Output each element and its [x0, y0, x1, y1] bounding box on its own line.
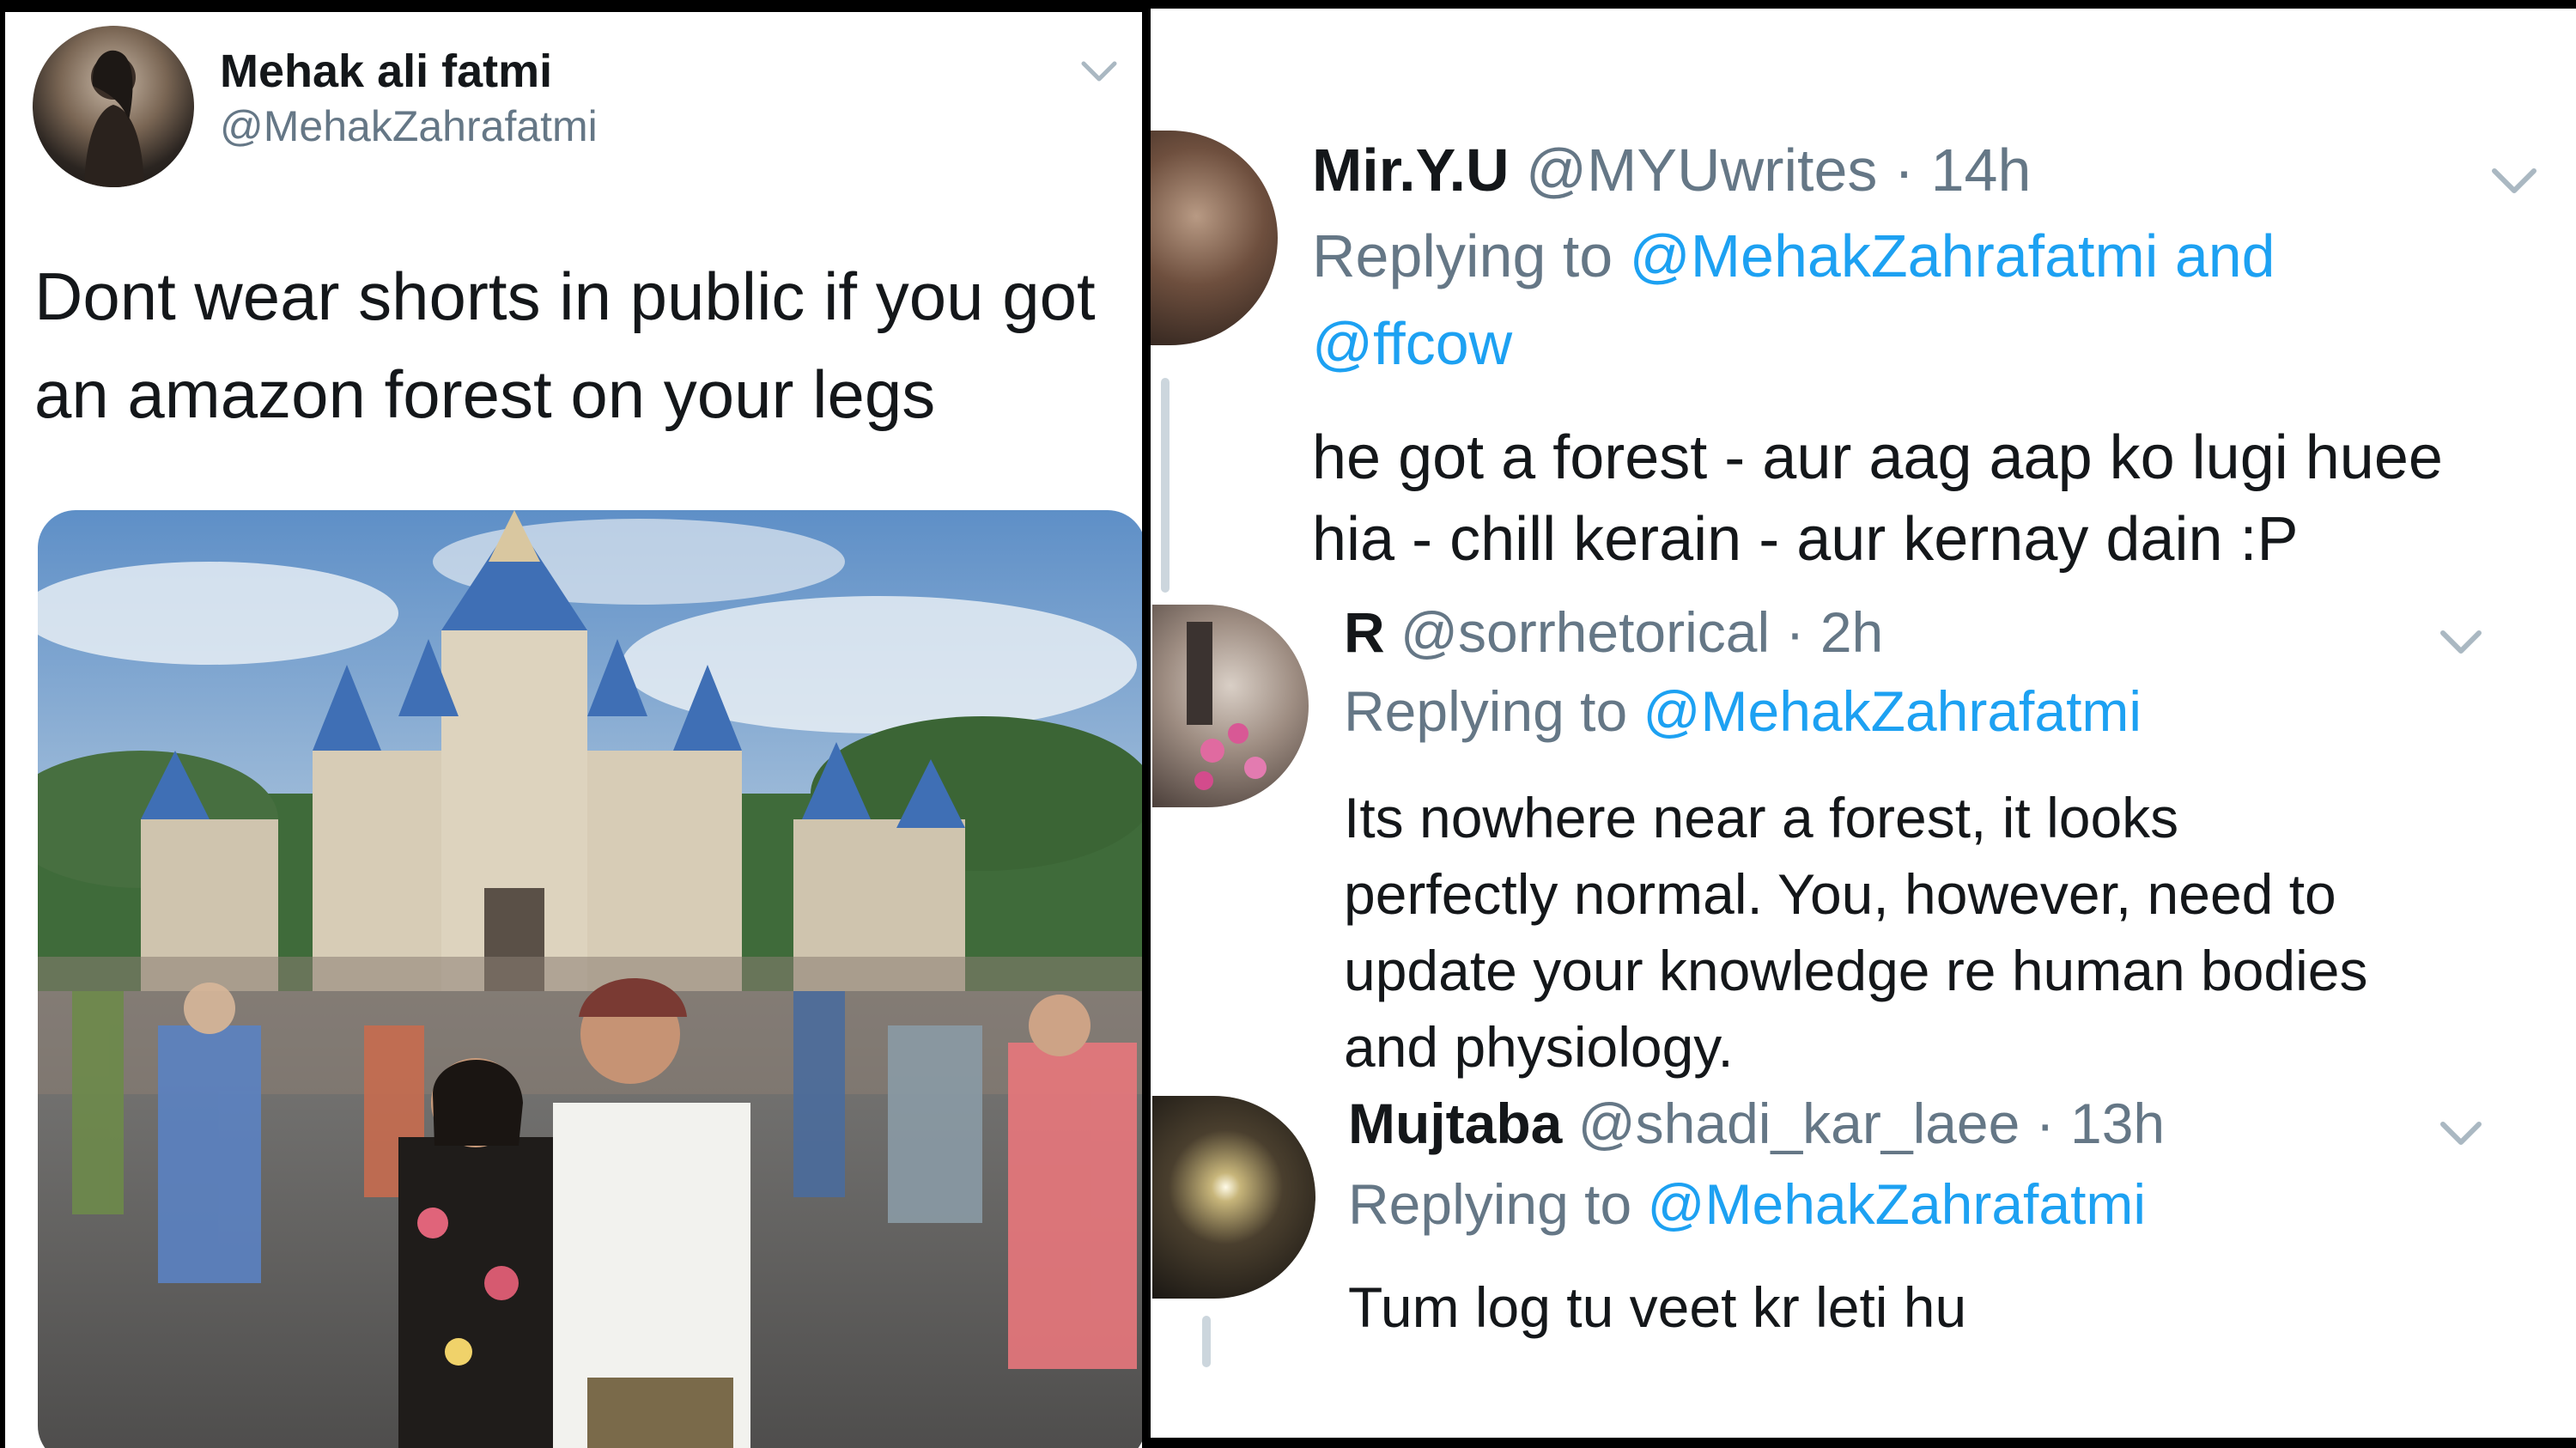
- reply-text: Its nowhere near a forest, it looks perf…: [1344, 780, 2367, 1086]
- reply-author-handle[interactable]: @shadi_kar_laee: [1578, 1092, 2020, 1155]
- replying-to-label: Replying to: [1312, 222, 1630, 289]
- chevron-down-icon[interactable]: [1080, 60, 1118, 84]
- reply-author-avatar[interactable]: [1152, 1096, 1315, 1299]
- reply-time[interactable]: · 2h: [1786, 600, 1884, 664]
- reply-author-avatar[interactable]: [1151, 131, 1278, 345]
- reply-author-handle[interactable]: @MYUwrites: [1526, 137, 1877, 204]
- reply-text: Tum log tu veet kr leti hu: [1348, 1271, 1966, 1343]
- reply-author-name[interactable]: Mujtaba: [1348, 1092, 1562, 1155]
- original-tweet-card: Mehak ali fatmi @MehakZahrafatmi Dont we…: [5, 12, 1142, 1448]
- tweet-photo[interactable]: [38, 510, 1142, 1448]
- thread-line: [1161, 378, 1170, 593]
- reply-text: he got a forest - aur aag aap ko lugi hu…: [1312, 417, 2443, 581]
- replying-to: Replying to @MehakZahrafatmi: [1348, 1171, 2146, 1237]
- replying-to: Replying to @MehakZahrafatmi: [1344, 678, 2142, 744]
- replying-to: Replying to @MehakZahrafatmi and: [1312, 222, 2275, 290]
- reply-text-line: update your knowledge re human bodies: [1344, 939, 2368, 1003]
- mention-link[interactable]: @ffcow: [1312, 310, 1512, 377]
- mention-link[interactable]: @MehakZahrafatmi: [1643, 679, 2142, 743]
- mention-link[interactable]: @MehakZahrafatmi: [1648, 1172, 2147, 1236]
- chevron-down-icon[interactable]: [2439, 629, 2483, 656]
- reply-time[interactable]: · 14h: [1894, 137, 2032, 204]
- reply-text-line: Its nowhere near a forest, it looks: [1344, 786, 2179, 849]
- replying-to-label: Replying to: [1344, 679, 1643, 743]
- replying-to-label: Replying to: [1348, 1172, 1648, 1236]
- reply-author-name[interactable]: R: [1344, 600, 1385, 664]
- tweet-text: Dont wear shorts in public if you got an…: [34, 254, 1096, 438]
- chevron-down-icon[interactable]: [2439, 1120, 2483, 1147]
- tweet-text-line: Dont wear shorts in public if you got: [34, 259, 1096, 334]
- reply-author-avatar[interactable]: [1152, 605, 1309, 807]
- replies-panel: Mir.Y.U @MYUwrites · 14h Replying to @Me…: [1151, 9, 2576, 1438]
- reply-text-line: he got a forest - aur aag aap ko lugi hu…: [1312, 423, 2443, 492]
- reply-time[interactable]: · 13h: [2036, 1092, 2165, 1155]
- author-handle[interactable]: @MehakZahrafatmi: [220, 101, 598, 151]
- author-avatar[interactable]: [33, 26, 194, 187]
- author-name[interactable]: Mehak ali fatmi: [220, 45, 552, 98]
- replying-to-cont: @ffcow: [1312, 309, 1512, 378]
- mention-link[interactable]: @MehakZahrafatmi and: [1630, 222, 2275, 289]
- tweet-text-line: an amazon forest on your legs: [34, 356, 936, 432]
- reply-author-handle[interactable]: @sorrhetorical: [1400, 600, 1770, 664]
- reply-text-line: hia - chill kerain - aur kernay dain :P: [1312, 505, 2299, 575]
- thread-line: [1202, 1316, 1211, 1367]
- reply-author-name[interactable]: Mir.Y.U: [1312, 137, 1510, 204]
- chevron-down-icon[interactable]: [2490, 167, 2538, 196]
- reply-text-line: Tum log tu veet kr leti hu: [1348, 1275, 1967, 1339]
- reply-header: Mujtaba @shadi_kar_laee · 13h: [1348, 1091, 2165, 1156]
- reply-header: Mir.Y.U @MYUwrites · 14h: [1312, 136, 2031, 204]
- reply-text-line: and physiology.: [1344, 1015, 1734, 1080]
- reply-text-line: perfectly normal. You, however, need to: [1344, 862, 2336, 927]
- reply-header: R @sorrhetorical · 2h: [1344, 599, 1883, 665]
